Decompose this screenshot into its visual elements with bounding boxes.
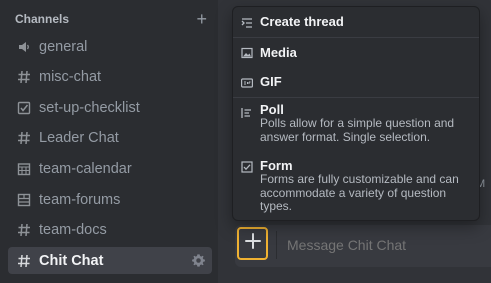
channel-item-team-forums[interactable]: team-forums	[8, 186, 212, 213]
menu-item-title: GIF	[260, 74, 282, 89]
channel-sidebar: Channels + general misc-chat set-up-chec…	[0, 0, 218, 283]
forum-icon	[16, 192, 32, 208]
channel-item-team-docs[interactable]: team-docs	[8, 216, 212, 243]
composer-divider	[276, 231, 277, 259]
gear-icon[interactable]	[191, 253, 206, 268]
gif-icon	[241, 76, 254, 88]
menu-item-title: Media	[260, 45, 297, 60]
hash-icon	[16, 222, 32, 238]
channels-section-header: Channels +	[15, 10, 207, 28]
menu-item-title: Create thread	[260, 14, 344, 29]
channel-label: general	[39, 38, 88, 55]
menu-item-poll[interactable]: Poll Polls allow for a simple question a…	[233, 98, 479, 153]
menu-item-title: Form	[260, 158, 293, 173]
channel-label: Chit Chat	[39, 252, 104, 269]
calendar-icon	[16, 161, 32, 177]
image-icon	[241, 46, 253, 59]
hash-icon	[16, 130, 32, 146]
channel-label: team-calendar	[39, 160, 132, 177]
message-input[interactable]	[287, 237, 477, 253]
channel-item-set-up-checklist[interactable]: set-up-checklist	[8, 94, 212, 121]
attach-menu: Create thread Media GIF Poll Polls allow…	[232, 6, 480, 221]
message-composer	[235, 225, 491, 267]
channel-item-leader-chat[interactable]: Leader Chat	[8, 124, 212, 151]
thread-icon	[241, 16, 253, 28]
channel-label: set-up-checklist	[39, 99, 140, 116]
channel-label: team-forums	[39, 191, 121, 208]
plus-icon	[244, 232, 262, 255]
section-title: Channels	[15, 12, 70, 26]
poll-icon	[241, 106, 253, 118]
plus-icon[interactable]: +	[196, 10, 207, 28]
attach-button[interactable]	[237, 227, 268, 260]
menu-item-description: Polls allow for a simple question and an…	[260, 116, 455, 144]
menu-item-title: Poll	[260, 102, 284, 117]
channel-item-chit-chat[interactable]: Chit Chat	[8, 247, 212, 274]
channel-label: Leader Chat	[39, 129, 119, 146]
channel-item-team-calendar[interactable]: team-calendar	[8, 155, 212, 182]
channel-label: misc-chat	[39, 68, 102, 85]
menu-item-create-thread[interactable]: Create thread	[233, 7, 479, 37]
channel-item-general[interactable]: general	[8, 33, 212, 60]
speaker-icon	[16, 39, 32, 55]
menu-item-media[interactable]: Media	[233, 38, 479, 67]
hash-icon	[16, 253, 32, 269]
form-checkbox-icon	[241, 160, 253, 173]
checkbox-icon	[16, 100, 32, 116]
menu-item-form[interactable]: Form Forms are fully customizable and ca…	[233, 153, 479, 221]
channel-label: team-docs	[39, 221, 107, 238]
channel-item-misc-chat[interactable]: misc-chat	[8, 63, 212, 90]
menu-item-description: Forms are fully customizable and can acc…	[260, 172, 459, 213]
menu-item-gif[interactable]: GIF	[233, 67, 479, 97]
hash-icon	[16, 69, 32, 85]
